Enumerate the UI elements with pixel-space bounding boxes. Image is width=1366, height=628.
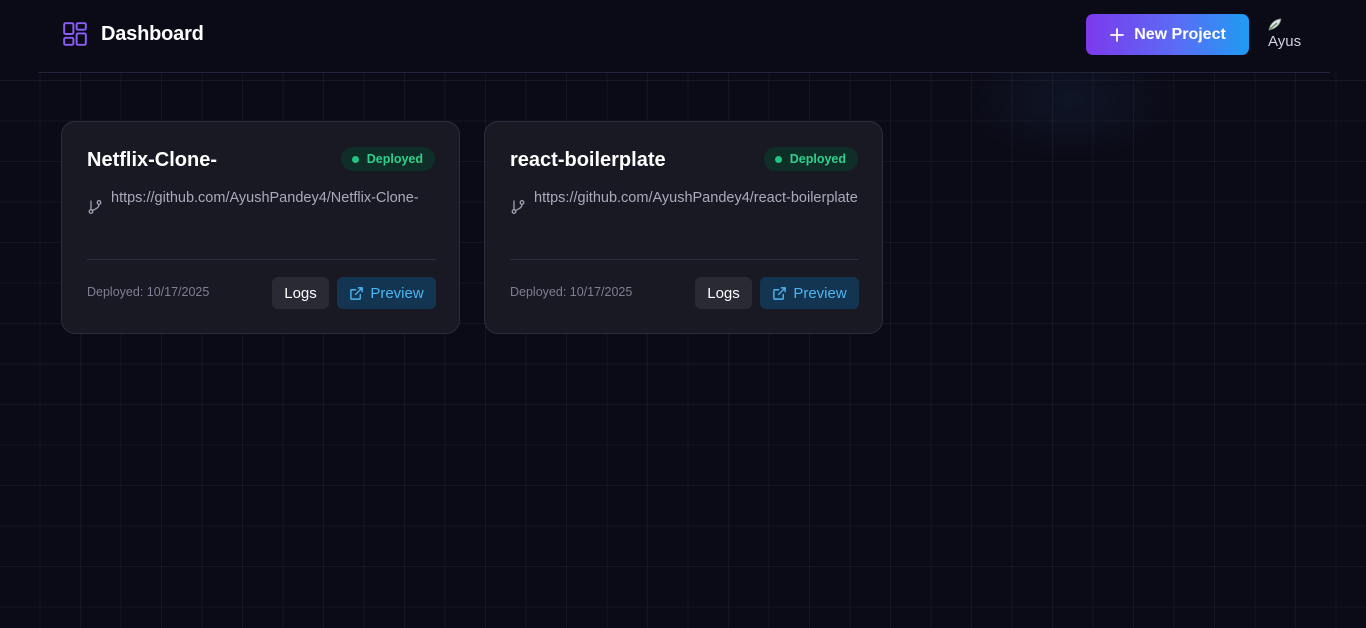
repo-url-link[interactable]: https://github.com/AyushPandey4/Netflix-…: [111, 188, 436, 208]
preview-button[interactable]: Preview: [337, 277, 436, 309]
external-link-icon: [350, 286, 364, 300]
project-card: react-boilerplate Deployed https://githu…: [484, 121, 883, 334]
git-branch-icon: [511, 200, 525, 214]
avatar[interactable]: Ayush: [1266, 16, 1302, 52]
status-label: Deployed: [789, 152, 846, 166]
card-divider: [87, 259, 436, 260]
external-link-icon: [773, 286, 787, 300]
preview-label: Preview: [793, 284, 847, 302]
status-label: Deployed: [366, 152, 423, 166]
broken-image-icon: [1268, 18, 1282, 31]
project-name: react-boilerplate: [510, 149, 666, 171]
avatar-alt-text: Ayush: [1268, 33, 1302, 50]
git-branch-icon: [88, 200, 102, 214]
new-project-button[interactable]: New Project: [1086, 14, 1249, 55]
brand[interactable]: Dashboard: [62, 20, 204, 48]
preview-button[interactable]: Preview: [760, 277, 859, 309]
project-name: Netflix-Clone-: [87, 149, 217, 171]
preview-label: Preview: [370, 284, 424, 302]
status-badge: Deployed: [340, 147, 435, 171]
card-divider: [510, 259, 859, 260]
logs-button[interactable]: Logs: [272, 277, 329, 309]
top-bar: Dashboard New Project Ayush: [0, 0, 1366, 72]
logs-button[interactable]: Logs: [695, 277, 752, 309]
dashboard-grid-icon: [63, 22, 87, 46]
repo-url-link[interactable]: https://github.com/AyushPandey4/react-bo…: [534, 188, 859, 208]
header-divider: [38, 72, 1330, 73]
project-card: Netflix-Clone- Deployed https://github.c…: [61, 121, 460, 334]
status-badge: Deployed: [763, 147, 858, 171]
page-title: Dashboard: [101, 22, 204, 45]
plus-icon: [1110, 27, 1125, 42]
status-dot-icon: [774, 155, 782, 163]
status-dot-icon: [351, 155, 359, 163]
new-project-label: New Project: [1134, 25, 1226, 43]
deployed-date: Deployed: 10/17/2025: [510, 285, 633, 299]
deployed-date: Deployed: 10/17/2025: [87, 285, 210, 299]
